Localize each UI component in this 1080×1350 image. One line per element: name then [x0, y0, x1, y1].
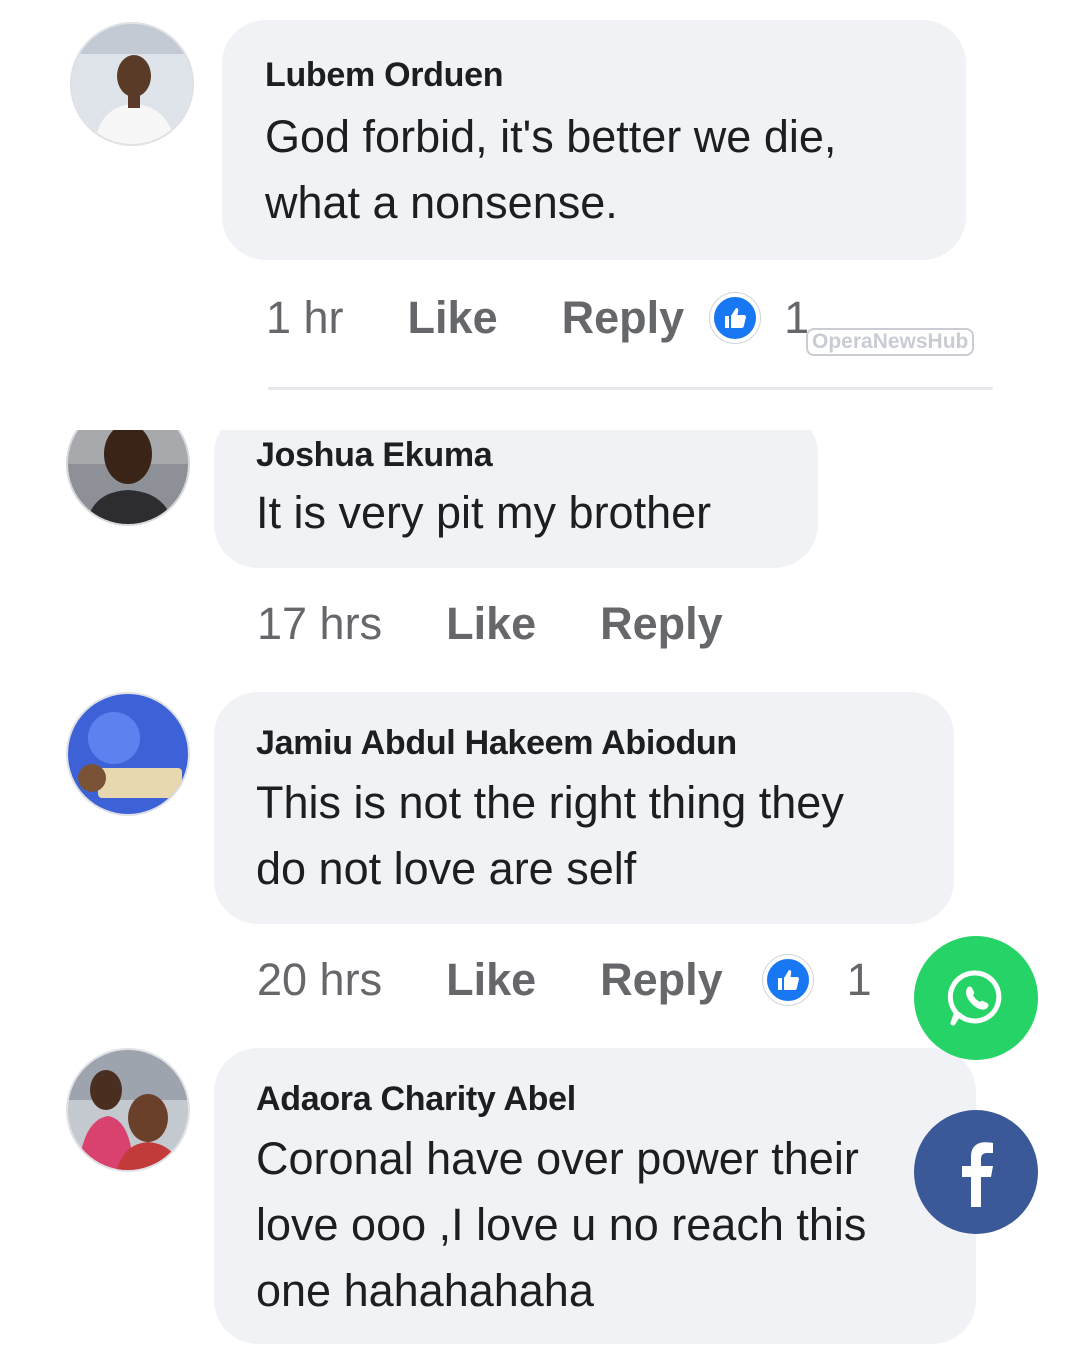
comment-author[interactable]: Lubem Orduen [265, 56, 503, 95]
avatar-photo [68, 694, 188, 814]
comment-item: Lubem Orduen God forbid, it's better we … [0, 0, 1080, 390]
avatar-photo [72, 24, 192, 144]
comment-author[interactable]: Adaora Charity Abel [256, 1080, 576, 1119]
like-button[interactable]: Like [408, 292, 498, 344]
comment-text: Coronal have over power their love ooo ,… [256, 1126, 866, 1324]
comment-item: Joshua Ekuma It is very pit my brother 1… [0, 402, 1080, 670]
avatar-photo [68, 1050, 188, 1170]
like-button[interactable]: Like [446, 598, 536, 650]
reaction-count: 1 [846, 954, 872, 1005]
comment-time[interactable]: 20 hrs [257, 954, 382, 1006]
like-button[interactable]: Like [446, 954, 536, 1006]
comment-actions: 1 hr Like Reply 1 [266, 288, 809, 348]
comment-text-line: do not love are self [256, 843, 637, 894]
comment-text-line: Coronal have over power their [256, 1133, 859, 1184]
comment-author[interactable]: Joshua Ekuma [256, 436, 493, 475]
reply-button[interactable]: Reply [600, 598, 723, 650]
reply-button[interactable]: Reply [600, 954, 723, 1006]
comment-text-line: one hahahahaha [256, 1265, 594, 1316]
comment-actions: 20 hrs Like Reply 1 [257, 950, 872, 1010]
comment-time[interactable]: 17 hrs [257, 598, 382, 650]
facebook-icon [962, 1142, 993, 1207]
comment-text: It is very pit my brother [256, 480, 711, 546]
comment-time[interactable]: 1 hr [266, 292, 344, 344]
avatar[interactable] [66, 1048, 190, 1172]
facebook-share-button[interactable] [914, 1110, 1038, 1234]
comment-text: This is not the right thing they do not … [256, 770, 844, 902]
comment-text-line: God forbid, it's better we die, [265, 111, 837, 162]
screenshot-seam [0, 390, 1080, 430]
comment-author[interactable]: Jamiu Abdul Hakeem Abiodun [256, 724, 737, 763]
thumbs-up-icon [725, 308, 747, 328]
whatsapp-share-button[interactable] [914, 936, 1038, 1060]
avatar[interactable] [70, 22, 194, 146]
comment-text: God forbid, it's better we die, what a n… [265, 104, 836, 236]
like-reaction-icon[interactable] [710, 293, 761, 343]
comment-text-line: It is very pit my brother [256, 487, 712, 538]
like-reaction-icon[interactable] [762, 955, 813, 1005]
reply-button[interactable]: Reply [562, 292, 685, 344]
comment-actions: 17 hrs Like Reply [257, 594, 723, 654]
comment-text-line: love ooo ,I love u no reach this [256, 1199, 867, 1250]
thumbs-up-icon [777, 970, 799, 990]
avatar[interactable] [66, 692, 190, 816]
comment-text-line: what a nonsense. [265, 177, 618, 228]
watermark: OperaNewsHub [806, 328, 975, 356]
whatsapp-icon [947, 970, 1002, 1026]
comment-text-line: This is not the right thing they [256, 777, 844, 828]
